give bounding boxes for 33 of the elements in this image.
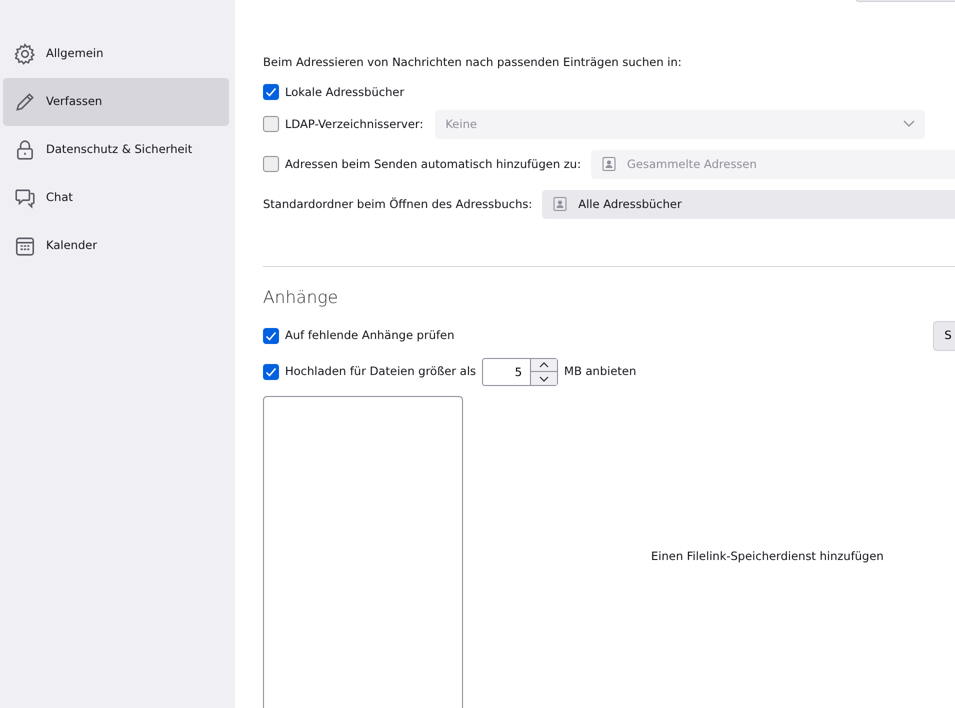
address-book-icon	[552, 196, 568, 212]
filelink-hint: Einen Filelink-Speicherdienst hinzufügen	[651, 548, 884, 565]
sidebar-item[interactable]: Verfassen	[3, 78, 229, 126]
address-book-icon	[600, 156, 617, 172]
checkbox-label[interactable]: Hochladen für Dateien größer als	[285, 363, 476, 380]
checkbox-label[interactable]: Lokale Adressbücher	[285, 84, 404, 101]
spin-buttons[interactable]	[530, 358, 558, 386]
sidebar-item[interactable]: Allgemein	[3, 30, 229, 78]
chevron-up-icon[interactable]	[538, 360, 550, 370]
select-value: Keine	[445, 116, 478, 133]
lock-icon	[14, 139, 36, 161]
pencil-icon	[14, 91, 36, 113]
chevron-down-icon[interactable]	[538, 374, 550, 384]
calendar-icon	[14, 235, 36, 257]
chat-icon	[14, 187, 36, 209]
chevron-down-icon	[903, 120, 915, 128]
select-value: Gesammelte Adressen	[626, 156, 758, 173]
sidebar-item[interactable]: Chat	[3, 174, 229, 222]
intro-text: Beim Adressieren von Nachrichten nach passenden Einträgen suchen in:	[263, 54, 683, 71]
checkbox-label: Standardordner beim Öffnen des Adressbuchs:	[263, 196, 532, 213]
settings-button[interactable]: S	[933, 320, 955, 351]
unit-label: MB anbieten	[564, 363, 636, 380]
checkbox-label[interactable]: Auf fehlende Anhänge prüfen	[285, 327, 454, 344]
checkbox[interactable]	[263, 364, 279, 380]
sidebar-item[interactable]: Kalender	[3, 222, 229, 270]
checkbox[interactable]	[263, 328, 279, 344]
section-heading: Anhänge	[263, 287, 340, 310]
select-value: Alle Adressbücher	[578, 196, 683, 213]
number-field[interactable]: 5	[482, 358, 530, 386]
sidebar-item[interactable]: Datenschutz & Sicherheit	[3, 126, 229, 174]
address-book-select[interactable]: Alle Adressbücher	[542, 190, 955, 219]
checkbox[interactable]	[263, 84, 279, 100]
gear-icon	[14, 43, 36, 65]
